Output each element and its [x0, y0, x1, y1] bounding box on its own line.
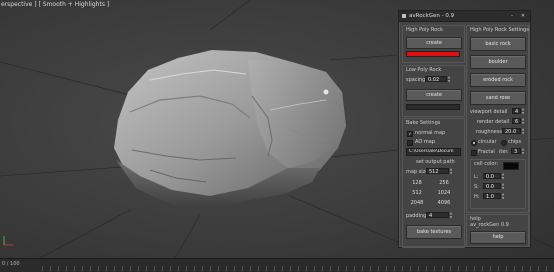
cell-color-swatch[interactable] [503, 162, 519, 170]
cell-color-group: cell color: L: 0.0 ▲ ▼ S: 0.0 ▲ ▼ H: 1.0 ▲… [470, 159, 526, 209]
viewport-detail-label: viewport detail [470, 109, 508, 115]
low-poly-rock-group: Low Poly Rock spacing 0.02 ▲ ▼ create [402, 65, 465, 117]
spacing-spinner[interactable]: 0.02 ▲ ▼ [425, 75, 451, 83]
l-label: L: [474, 174, 479, 180]
map-size-option[interactable]: 256 [434, 180, 454, 186]
render-detail-value[interactable]: 6 [512, 118, 521, 125]
iter-spinner[interactable]: 3 ▲ ▼ [511, 147, 525, 155]
map-size-value[interactable]: 512 [426, 168, 449, 175]
group-label: Low Poly Rock [406, 67, 442, 73]
spinner-arrows-icon[interactable]: ▲ ▼ [521, 117, 525, 125]
l-value[interactable]: 0.0 [483, 173, 501, 180]
padding-value[interactable]: 4 [426, 212, 449, 219]
time-counter[interactable]: 0 / 100 [2, 261, 20, 267]
map-size-spinner[interactable]: 512 ▲ ▼ [426, 167, 453, 175]
high-poly-settings-group: High Poly Rock Settings basic rock bould… [466, 25, 529, 213]
viewport-detail-value[interactable]: 4 [512, 108, 521, 115]
ao-map-checkbox[interactable] [407, 140, 413, 146]
chips-label: chips [508, 139, 522, 145]
output-path-field[interactable]: C:\Users\ale\Docum [406, 148, 461, 156]
padding-label: padding [406, 213, 427, 219]
ao-map-label: AO map [415, 139, 435, 145]
map-size-option[interactable]: 2048 [407, 200, 427, 206]
spinner-arrows-icon[interactable]: ▲ ▼ [521, 147, 525, 155]
minimize-button[interactable]: – [508, 13, 516, 19]
help-button[interactable]: help [470, 231, 526, 244]
normal-map-checkbox[interactable]: ✓ [407, 131, 413, 137]
padding-spinner[interactable]: 4 ▲ ▼ [426, 211, 453, 219]
bake-settings-group: Bake Settings ✓ normal map AO map C:\Use… [402, 118, 465, 248]
boulder-button[interactable]: boulder [470, 55, 526, 69]
basic-rock-button[interactable]: basic rock [470, 37, 526, 51]
bake-textures-button[interactable]: bake textures [406, 225, 462, 239]
render-detail-label: render detail [477, 119, 510, 125]
iter-label: iter. [499, 149, 509, 155]
spinner-arrows-icon[interactable]: ▲ ▼ [521, 107, 525, 115]
help-group: help av_rockGen 0.9 help [466, 214, 529, 247]
window-title: avRockGen - 0.9 [409, 12, 455, 19]
h-value[interactable]: 1.0 [483, 193, 501, 200]
spinner-arrows-icon[interactable]: ▲ ▼ [501, 172, 505, 180]
create-high-poly-button[interactable]: create [406, 37, 462, 49]
iter-value[interactable]: 3 [511, 148, 521, 155]
render-detail-spinner[interactable]: 6 ▲ ▼ [512, 117, 525, 125]
version-text: av_rockGen 0.9 [470, 222, 509, 228]
timeline-bar[interactable]: 0 / 100 [0, 258, 554, 272]
create-low-poly-button[interactable]: create [406, 89, 462, 101]
viewport-detail-spinner[interactable]: 4 ▲ ▼ [512, 107, 525, 115]
spinner-arrows-icon[interactable]: ▲ ▼ [501, 182, 505, 190]
group-label: Bake Settings [406, 120, 441, 126]
spinner-arrows-icon[interactable]: ▲ ▼ [501, 192, 505, 200]
fractal-label: Fractal [478, 149, 495, 155]
high-poly-status-bar [406, 51, 460, 57]
group-label: High Poly Rock [406, 27, 443, 33]
roughness-label: roughness [476, 129, 502, 135]
circular-radio[interactable] [471, 140, 477, 146]
circular-label: circular [478, 139, 497, 145]
map-size-option[interactable]: 128 [407, 180, 427, 186]
cell-color-label: cell color: [474, 161, 499, 167]
h-spinner[interactable]: 1.0 ▲ ▼ [483, 192, 505, 200]
s-label: S: [474, 184, 479, 190]
sand-rose-button[interactable]: sand rose [470, 91, 526, 105]
s-spinner[interactable]: 0.0 ▲ ▼ [483, 182, 505, 190]
chips-radio[interactable] [501, 140, 507, 146]
spinner-arrows-icon[interactable]: ▲ ▼ [447, 75, 451, 83]
l-spinner[interactable]: 0.0 ▲ ▼ [483, 172, 505, 180]
s-value[interactable]: 0.0 [483, 183, 501, 190]
low-poly-status-bar [406, 104, 460, 110]
spinner-arrows-icon[interactable]: ▲ ▼ [449, 211, 453, 219]
eroded-rock-button[interactable]: eroded rock [470, 73, 526, 87]
window-titlebar[interactable]: avRockGen - 0.9 – ✕ [399, 11, 530, 22]
h-label: H: [474, 194, 480, 200]
normal-map-label: normal map [415, 130, 446, 136]
roughness-spinner[interactable]: 20.0 ▲ ▼ [502, 127, 525, 135]
close-button[interactable]: ✕ [519, 13, 527, 19]
spacing-label: spacing [406, 77, 426, 83]
spacing-value[interactable]: 0.02 [425, 76, 447, 83]
app-icon [402, 14, 406, 18]
map-size-option[interactable]: 1024 [434, 190, 454, 196]
viewport-label[interactable]: erspective ] [ Smooth + Highlights ] [1, 1, 109, 8]
rockgen-window: avRockGen - 0.9 – ✕ High Poly Rock creat… [398, 10, 531, 248]
timeline-ticks[interactable] [42, 266, 552, 271]
roughness-value[interactable]: 20.0 [502, 128, 521, 135]
fractal-checkbox[interactable] [471, 150, 477, 156]
high-poly-rock-group: High Poly Rock create [402, 25, 465, 63]
group-label: High Poly Rock Settings [470, 27, 529, 33]
axis-gizmo-icon [3, 236, 13, 246]
map-size-option[interactable]: 512 [407, 190, 427, 196]
spinner-arrows-icon[interactable]: ▲ ▼ [449, 167, 453, 175]
spinner-arrows-icon[interactable]: ▲ ▼ [521, 127, 525, 135]
map-size-option[interactable]: 4096 [434, 200, 454, 206]
set-output-path-label[interactable]: set output path [416, 159, 455, 165]
